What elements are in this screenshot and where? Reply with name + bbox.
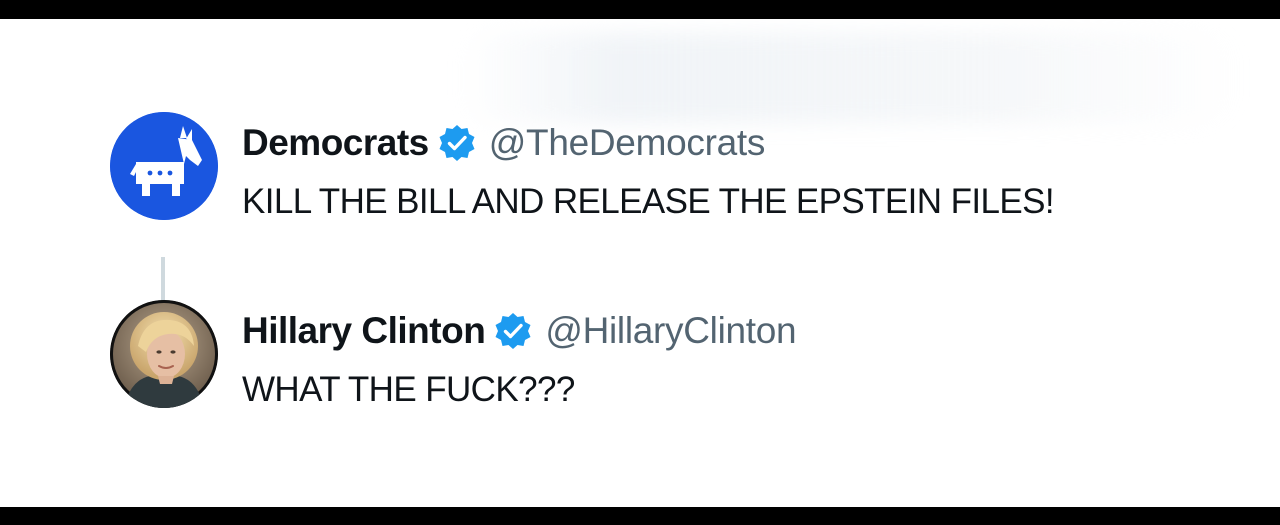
blurred-background-text [460,33,1240,123]
avatar-democrats[interactable] [110,112,218,220]
verified-badge-icon [493,311,533,351]
display-name[interactable]: Democrats [242,122,429,164]
tweet-text: KILL THE BILL AND RELEASE THE EPSTEIN FI… [242,182,1055,221]
user-handle[interactable]: @TheDemocrats [489,122,766,164]
screenshot-frame: Democrats @TheDemocrats KILL THE BILL AN… [0,19,1280,507]
portrait-photo [110,300,218,408]
tweet-text: WHAT THE FUCK??? [242,370,575,409]
user-handle[interactable]: @HillaryClinton [545,310,796,352]
tweet-header: Democrats @TheDemocrats [242,118,765,168]
verified-badge-icon [437,123,477,163]
avatar-hillary-clinton[interactable] [110,300,218,408]
tweet-hillary-clinton[interactable]: Hillary Clinton @HillaryClinton WHAT THE… [0,300,1280,420]
tweet-header: Hillary Clinton @HillaryClinton [242,306,797,356]
tweet-democrats[interactable]: Democrats @TheDemocrats KILL THE BILL AN… [0,112,1280,232]
display-name[interactable]: Hillary Clinton [242,310,486,352]
donkey-logo-icon [110,112,218,220]
